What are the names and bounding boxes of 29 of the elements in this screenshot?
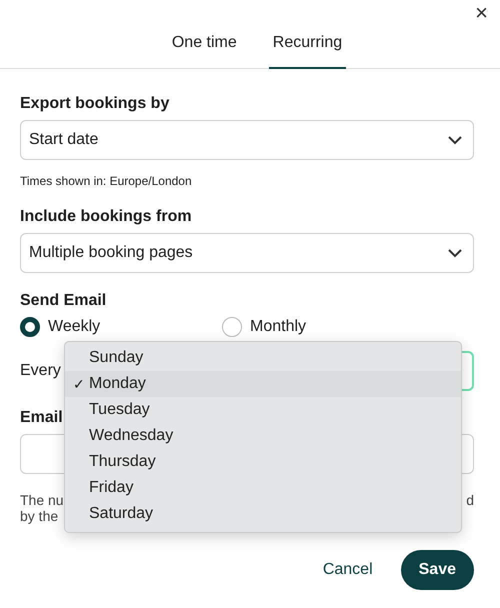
select-field[interactable]: Start date [20, 120, 474, 160]
field-label: Every [20, 361, 61, 381]
field-label: Include bookings from [20, 208, 192, 226]
save-button[interactable]: Save [400, 550, 474, 590]
hint-text: Times shown in: Europe/London [20, 174, 193, 188]
menu-item[interactable]: Wednesday [65, 423, 461, 449]
radio-label: Monthly [250, 318, 306, 336]
menu-item[interactable]: Saturday [65, 501, 461, 527]
tab[interactable]: Recurring [268, 30, 346, 69]
note-text: d [466, 492, 474, 508]
menu-item[interactable]: Friday [65, 475, 461, 501]
radio-button[interactable] [20, 317, 40, 337]
radio-label: Weekly [48, 318, 100, 336]
field-label: Email [20, 409, 63, 427]
tab[interactable]: One time [168, 30, 241, 69]
menu-item[interactable]: Thursday [65, 449, 461, 475]
close-button[interactable]: × [471, 0, 492, 26]
chevron-down-icon [447, 135, 463, 145]
note-text: The nu [20, 492, 64, 508]
radio-button[interactable] [222, 317, 242, 337]
field-label: Export bookings by [20, 95, 170, 113]
cancel-button[interactable]: Cancel [316, 560, 379, 580]
menu-item[interactable]: ✓ Monday [65, 371, 461, 397]
note-text: by the [20, 508, 58, 524]
field-label: Send Email [20, 292, 106, 310]
chevron-down-icon [447, 248, 463, 258]
menu-item[interactable]: Sunday [65, 345, 461, 371]
select-field[interactable]: Multiple booking pages [20, 233, 474, 273]
menu-item[interactable]: Tuesday [65, 397, 461, 423]
